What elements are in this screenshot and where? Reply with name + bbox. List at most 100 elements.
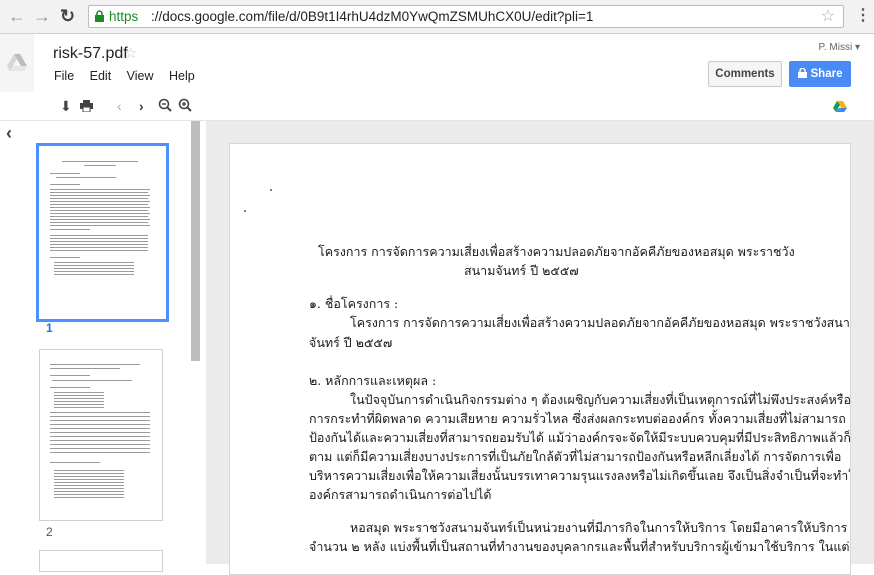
thumbnail-text-line bbox=[54, 494, 124, 495]
thumbnail-text-line bbox=[50, 204, 148, 205]
share-label: Share bbox=[810, 68, 843, 80]
star-icon[interactable]: ☆ bbox=[124, 44, 137, 62]
thumbnail-text-line bbox=[54, 404, 104, 405]
chrome-menu-icon[interactable]: ⋮ bbox=[855, 5, 871, 25]
drive-logo-icon bbox=[7, 54, 27, 71]
thumbnail-text-line bbox=[50, 368, 120, 369]
thumbnail-text-line bbox=[54, 485, 124, 486]
thumbnail-text-line bbox=[54, 470, 124, 471]
thumbnail-text-line bbox=[54, 401, 104, 402]
url-scheme: https bbox=[109, 9, 139, 24]
back-arrow-icon[interactable]: ← bbox=[8, 6, 26, 26]
thumbnail-text-line bbox=[50, 238, 148, 239]
thumbnail-text-line bbox=[50, 257, 80, 258]
thumbnail-text-line bbox=[50, 416, 150, 417]
thumbnail-text-line bbox=[56, 177, 116, 178]
thumbnail-text-line bbox=[50, 207, 150, 208]
file-title[interactable]: risk-57.pdf bbox=[53, 45, 128, 63]
doc-title-line-2: สนามจันทร์ ปี ๒๕๕๗ bbox=[464, 263, 579, 278]
thumbnail-text-line bbox=[50, 229, 90, 230]
thumbnail-text-line bbox=[50, 428, 150, 429]
thumbnail-text-line bbox=[50, 244, 148, 245]
viewer-toolbar bbox=[0, 92, 874, 121]
thumbnail-text-line bbox=[50, 235, 148, 236]
thumbnail-text-line bbox=[50, 219, 150, 220]
thumbnail-text-line bbox=[54, 497, 124, 498]
download-icon[interactable]: ⬇ bbox=[60, 98, 72, 114]
thumbnail-text-line bbox=[50, 440, 150, 441]
page-thumbnail-2[interactable] bbox=[39, 349, 163, 521]
thumbnail-text-line bbox=[50, 184, 80, 185]
thumbnail-text-line bbox=[50, 364, 140, 365]
menu-edit[interactable]: Edit bbox=[90, 69, 112, 83]
comments-button[interactable]: Comments bbox=[708, 61, 782, 87]
bookmark-star-icon[interactable]: ☆ bbox=[821, 6, 835, 27]
forward-arrow-icon[interactable]: → bbox=[33, 6, 51, 26]
thumbnail-text-line bbox=[50, 198, 148, 199]
lock-icon bbox=[95, 10, 104, 22]
paragraph-line: องค์กรสามารถดำเนินการต่อไปได้ bbox=[309, 487, 492, 502]
menu-bar: File Edit View Help bbox=[54, 69, 207, 83]
thumbnail-text-line bbox=[54, 491, 124, 492]
section-1-text: โครงการ การจัดการความเสี่ยงเพื่อสร้างควา… bbox=[350, 315, 851, 330]
thumbnail-text-line bbox=[54, 488, 124, 489]
thumbnail-text-line bbox=[50, 412, 150, 413]
section-1-text: จันทร์ ปี ๒๕๕๗ bbox=[309, 335, 393, 350]
thumbnail-text-line bbox=[50, 173, 80, 174]
page-thumbnail-3[interactable] bbox=[39, 550, 163, 572]
thumbnail-text-line bbox=[50, 444, 150, 445]
section-1-heading: ๑. ชื่อโครงการ : bbox=[309, 296, 399, 311]
thumbnail-text-line bbox=[50, 201, 150, 202]
thumbnail-text-line bbox=[50, 213, 150, 214]
paragraph-line: การกระทำที่ผิดพลาด ความเสียหาย ความรั่วไ… bbox=[309, 411, 846, 426]
address-bar[interactable]: https ://docs.google.com/file/d/0B9t1I4r… bbox=[88, 5, 844, 28]
document-page: โครงการ การจัดการความเสี่ยงเพื่อสร้างควา… bbox=[229, 143, 851, 575]
page-number-1[interactable]: 1 bbox=[46, 321, 53, 335]
reload-icon[interactable]: ↻ bbox=[60, 6, 75, 26]
thumbnail-text-line bbox=[50, 216, 148, 217]
paragraph-line: ในปัจจุบันการดำเนินกิจกรรมต่าง ๆ ต้องเผช… bbox=[350, 392, 851, 407]
doc-title-line-1: โครงการ การจัดการความเสี่ยงเพื่อสร้างควา… bbox=[318, 244, 795, 259]
thumbnail-text-line bbox=[84, 165, 116, 166]
thumbnail-text-line bbox=[50, 241, 148, 242]
thumbnail-text-line bbox=[54, 395, 104, 396]
menu-file[interactable]: File bbox=[54, 69, 74, 83]
thumbnail-text-line bbox=[54, 398, 104, 399]
thumbnail-text-line bbox=[54, 262, 134, 263]
thumbnail-text-line bbox=[54, 479, 124, 480]
thumbnail-text-line bbox=[50, 424, 150, 425]
page-thumbnail-1[interactable] bbox=[40, 147, 160, 313]
print-icon[interactable] bbox=[80, 100, 93, 112]
thumbnail-text-line bbox=[50, 375, 90, 376]
thumbnail-text-line bbox=[50, 462, 100, 463]
menu-view[interactable]: View bbox=[127, 69, 154, 83]
thumbnail-text-line bbox=[50, 452, 150, 453]
thumbnail-text-line bbox=[50, 436, 150, 437]
thumbnail-text-line bbox=[50, 387, 90, 388]
lock-icon bbox=[797, 67, 807, 78]
user-account-menu[interactable]: P. Missi ▾ bbox=[818, 42, 860, 53]
collapse-panel-icon[interactable]: ‹ bbox=[6, 123, 12, 144]
thumbnail-text-line bbox=[54, 271, 134, 272]
next-page-icon[interactable]: › bbox=[139, 98, 144, 114]
share-button[interactable]: Share bbox=[789, 61, 851, 87]
thumbnail-scrollbar[interactable] bbox=[191, 121, 200, 361]
prev-page-icon[interactable]: ‹ bbox=[117, 98, 122, 114]
thumbnail-text-line bbox=[50, 222, 148, 223]
thumbnail-text-line bbox=[54, 268, 134, 269]
paragraph-line: ตาม แต่ก็มีความเสี่ยงบางประการที่เป็นภัย… bbox=[309, 449, 842, 464]
page-number-2[interactable]: 2 bbox=[46, 525, 53, 539]
open-with-drive-icon[interactable] bbox=[833, 99, 847, 113]
thumbnail-text-line bbox=[50, 210, 148, 211]
thumbnail-text-line bbox=[54, 473, 124, 474]
drive-logo-panel[interactable] bbox=[0, 34, 34, 92]
thumbnail-text-line bbox=[54, 482, 124, 483]
zoom-in-icon[interactable] bbox=[178, 98, 192, 112]
thumbnail-text-line bbox=[52, 380, 132, 381]
menu-help[interactable]: Help bbox=[169, 69, 195, 83]
scan-speck bbox=[270, 189, 272, 191]
zoom-out-icon[interactable] bbox=[158, 98, 172, 112]
thumbnail-text-line bbox=[50, 189, 150, 190]
thumbnail-text-line bbox=[50, 195, 150, 196]
thumbnail-text-line bbox=[54, 392, 104, 393]
